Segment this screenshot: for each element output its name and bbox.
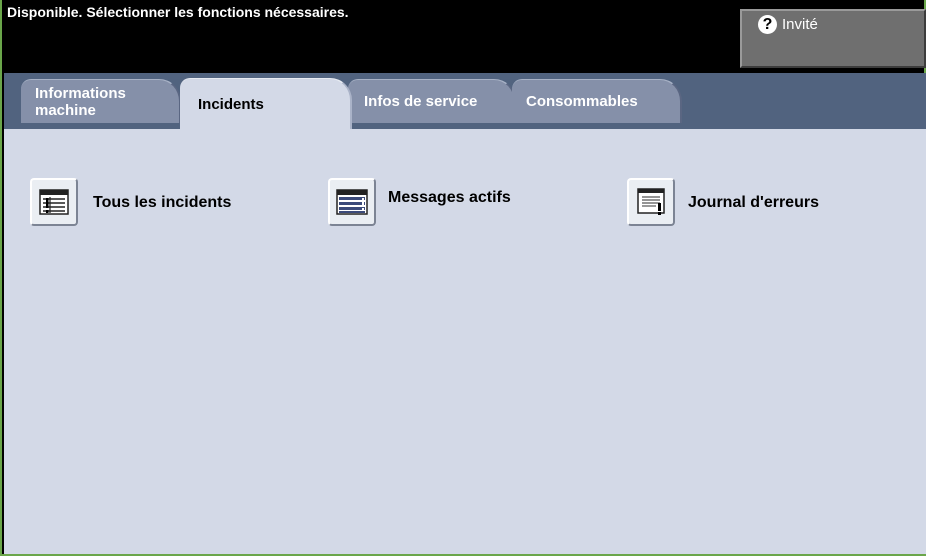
- tab-bar: Informations machine Incidents Infos de …: [4, 73, 926, 129]
- error-log-label: Journal d'erreurs: [688, 194, 819, 211]
- user-login-button[interactable]: ? Invité: [740, 9, 926, 68]
- screen-frame: Disponible. Sélectionner les fonctions n…: [0, 0, 926, 556]
- tab-incidents[interactable]: Incidents: [180, 78, 352, 129]
- tab-label-line1: Informations: [35, 84, 126, 102]
- tab-label: Consommables: [526, 93, 638, 110]
- tab-consommables[interactable]: Consommables: [512, 79, 682, 123]
- incidents-panel: Tous les incidents Messages actifs Journ…: [4, 129, 926, 554]
- active-messages-button[interactable]: [328, 178, 376, 226]
- error-log-icon: [637, 188, 665, 215]
- all-faults-icon: [39, 189, 69, 215]
- tab-informations-machine[interactable]: Informations machine: [21, 79, 181, 123]
- tab-label: Incidents: [198, 95, 264, 113]
- status-message: Disponible. Sélectionner les fonctions n…: [7, 4, 349, 20]
- error-log-button[interactable]: [627, 178, 675, 226]
- tab-label: Infos de service: [364, 93, 478, 110]
- active-messages-label: Messages actifs: [388, 189, 511, 206]
- tab-infos-de-service[interactable]: Infos de service: [348, 79, 516, 123]
- active-messages-icon: [336, 189, 368, 215]
- tab-label-line2: machine: [35, 101, 96, 119]
- all-faults-button[interactable]: [30, 178, 78, 226]
- all-faults-label: Tous les incidents: [93, 194, 232, 211]
- user-label: Invité: [782, 16, 818, 33]
- help-icon: ?: [758, 15, 777, 34]
